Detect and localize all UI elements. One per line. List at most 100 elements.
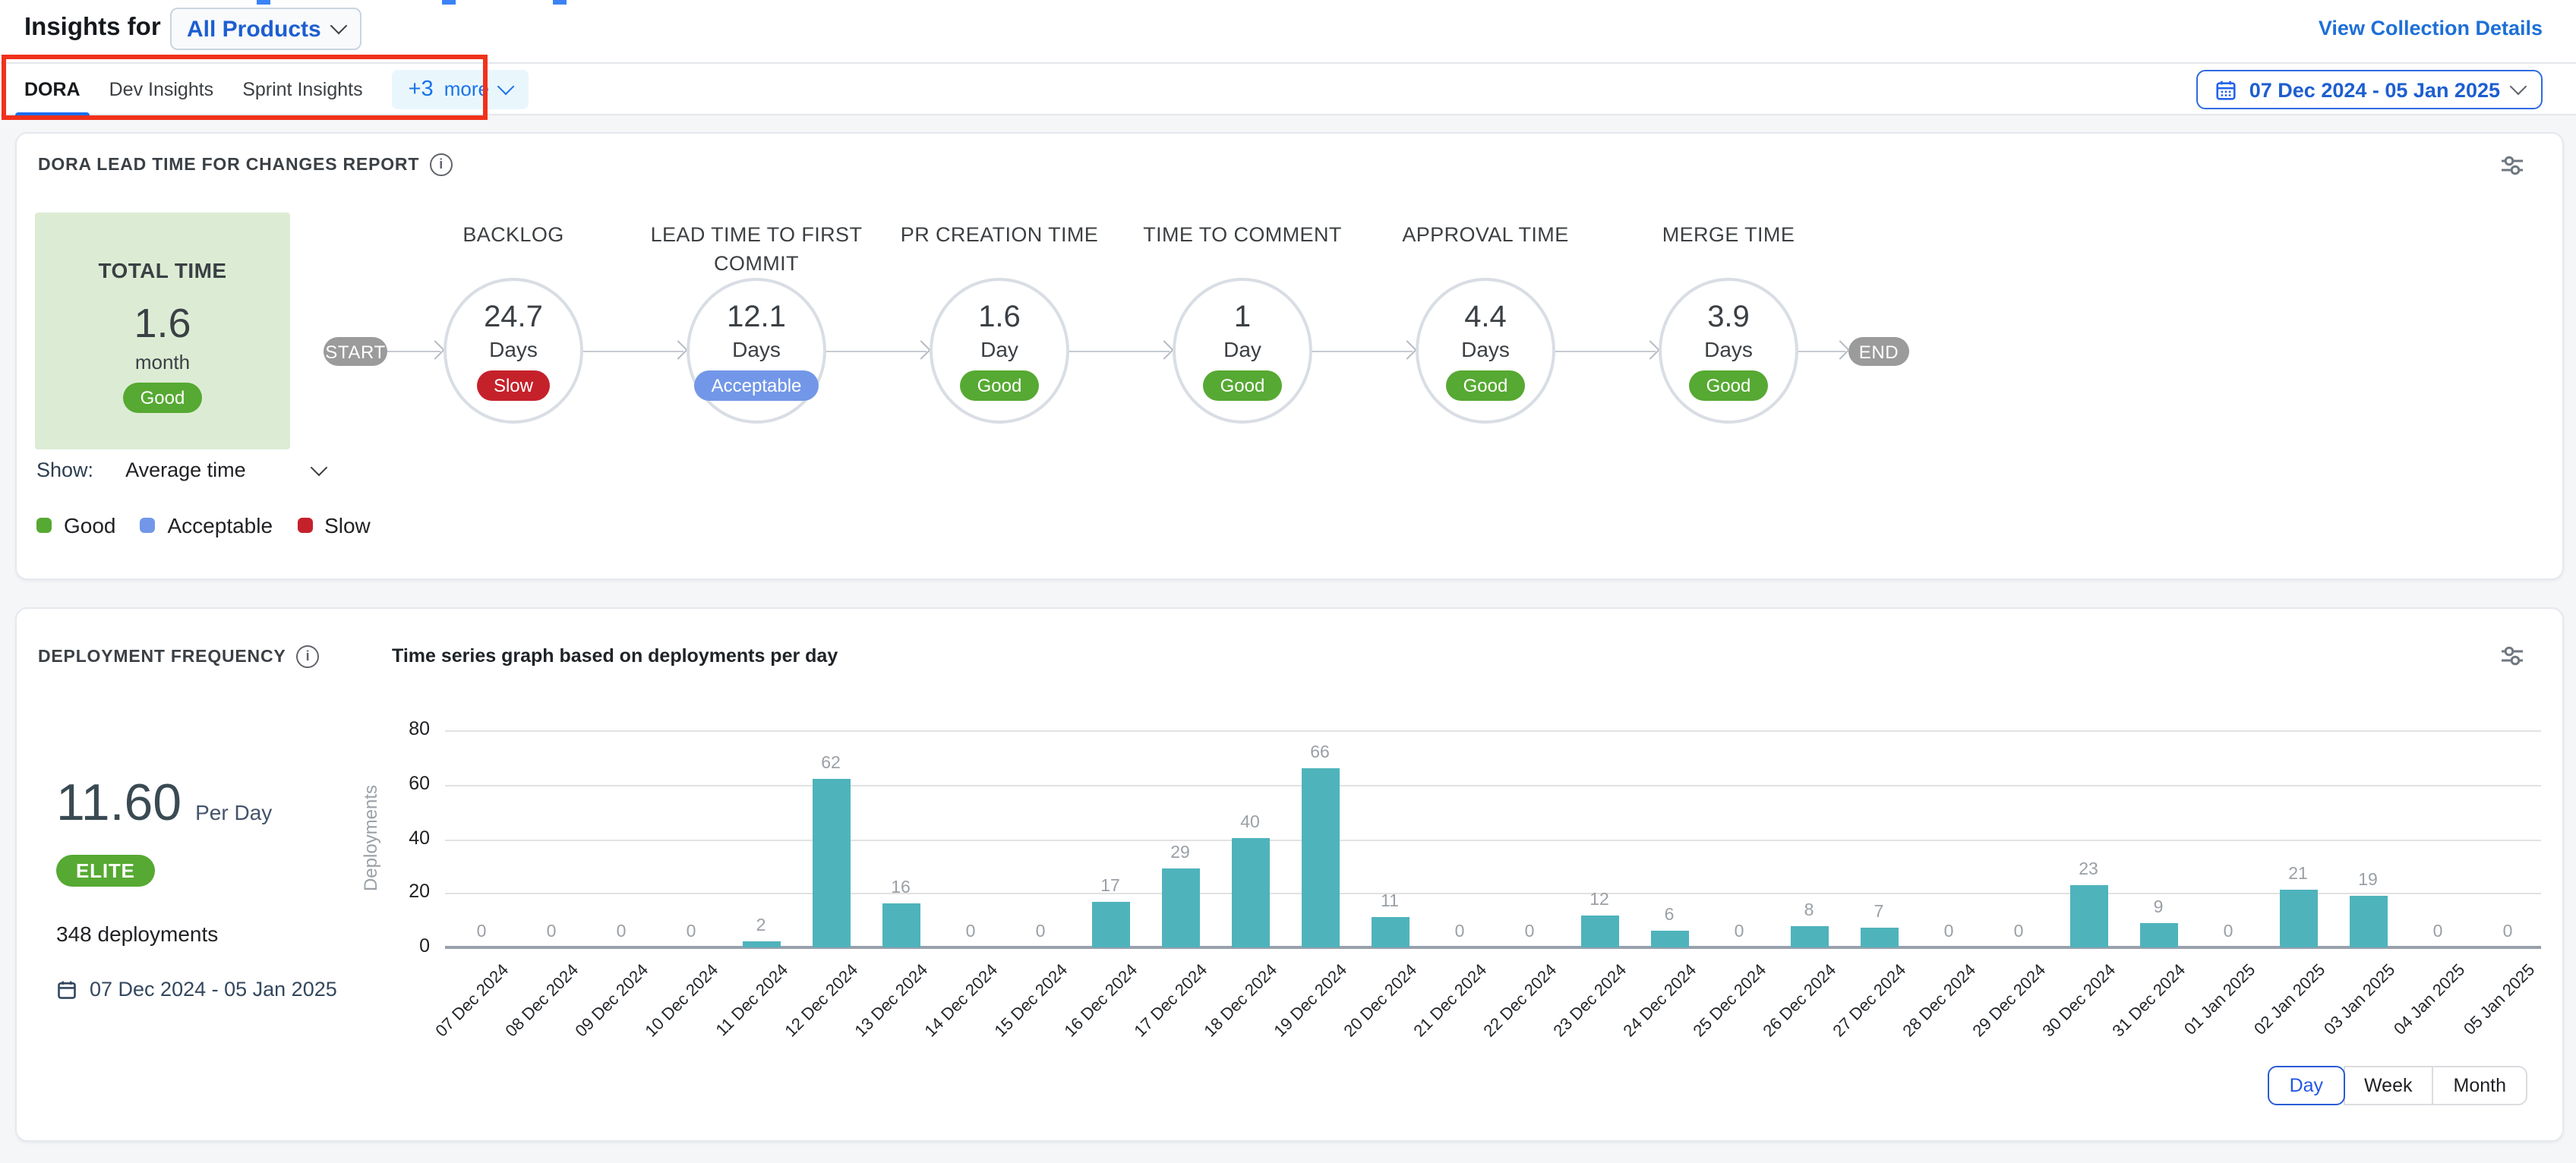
stage-circle: 1DayGood [1173,278,1312,424]
bar-value-label: 0 [1915,923,1982,941]
x-tick-label: 13 Dec 2024 [852,961,932,1041]
show-metric-dropdown[interactable]: Show: Average time [36,459,325,481]
deployment-bar[interactable] [2069,885,2107,947]
more-tabs-label: more [444,77,489,100]
bar-value-label: 40 [1217,814,1283,832]
legend-label: Slow [324,513,371,537]
legend-item: Good [36,513,116,537]
chevron-down-icon [2510,78,2527,96]
bar-value-label: 0 [1706,923,1773,941]
x-tick-label: 19 Dec 2024 [1271,961,1351,1041]
bar-value-label: 0 [1426,923,1493,941]
deployment-bar[interactable] [1161,868,1199,947]
deployment-frequency-card: DEPLOYMENT FREQUENCY Time series graph b… [15,607,2564,1142]
tab-dev-insights[interactable]: Dev Insights [109,63,214,115]
deployment-bar[interactable] [1790,926,1828,947]
legend-label: Good [64,513,116,537]
x-tick-label: 11 Dec 2024 [713,961,792,1040]
view-collection-details-link[interactable]: View Collection Details [2319,17,2543,39]
deployment-bar[interactable] [2279,890,2317,947]
legend-label: Acceptable [168,513,273,537]
tab-dora[interactable]: DORA [24,63,80,115]
x-tick-label: 07 Dec 2024 [433,961,513,1041]
granularity-week-button[interactable]: Week [2343,1066,2433,1105]
info-icon[interactable] [297,645,320,668]
stage-rating-badge: Acceptable [695,370,819,401]
gridline [445,730,2541,732]
y-tick-label: 60 [369,773,430,794]
chevron-down-icon [497,77,515,95]
deployment-bar[interactable] [1091,902,1129,947]
stage-value: 3.9 [1707,301,1750,336]
date-range-picker[interactable]: 07 Dec 2024 - 05 Jan 2025 [2196,70,2543,109]
stage-circle: 4.4DaysGood [1416,278,1555,424]
deployment-bar[interactable] [742,941,780,947]
lead-time-card: DORA LEAD TIME FOR CHANGES REPORT TOTAL … [15,132,2564,580]
stage-label: LEAD TIME TO FIRST COMMIT [627,220,886,278]
legend-item: Slow [297,513,371,537]
deployment-bar[interactable] [1580,916,1618,947]
stage-circle: 1.6DayGood [930,278,1069,424]
deployment-bar[interactable] [882,903,920,947]
stage-value: 4.4 [1464,301,1507,336]
stage-value: 12.1 [727,301,786,336]
arrow-right-icon [1154,340,1173,359]
deployment-rate: 11.60 Per Day [56,776,272,830]
dashboard-root: Insights for All Products View Collectio… [0,0,2576,1163]
bar-value-label: 0 [1985,923,2052,941]
arrow-right-icon [1397,340,1416,359]
x-tick-label: 30 Dec 2024 [2040,961,2120,1041]
arrow-right-icon [1830,340,1849,359]
deployment-bar[interactable] [1301,768,1339,947]
deployment-bar[interactable] [2349,896,2387,947]
stage-unit: Days [732,337,781,361]
page-header [0,0,2576,62]
flow-end-pill: END [1848,337,1909,366]
stage-rating-badge: Good [1690,370,1768,401]
bar-value-label: 12 [1566,891,1633,909]
bar-value-label: 29 [1147,844,1214,862]
granularity-day-button[interactable]: Day [2268,1066,2344,1105]
x-tick-label: 08 Dec 2024 [503,961,582,1041]
stage-unit: Days [1461,337,1510,361]
stage-label: PR CREATION TIME [870,220,1129,249]
x-tick-label: 02 Jan 2025 [2251,961,2329,1039]
x-tick-label: 04 Jan 2025 [2391,961,2469,1039]
stage-unit: Day [980,337,1018,361]
stage-value: 24.7 [484,301,543,336]
product-selector-dropdown[interactable]: All Products [170,8,362,50]
clipped-content-mark [553,0,567,4]
sliders-icon[interactable] [2499,642,2526,670]
lead-time-flow: START END BACKLOG24.7DaysSlowLEAD TIME T… [17,134,2562,578]
bar-value-label: 0 [2404,923,2471,941]
stage-circle: 24.7Days Slow [444,278,583,424]
deployment-bar[interactable] [1231,838,1269,947]
deployment-bar[interactable] [1650,931,1688,947]
stage-unit: Days [489,337,538,361]
bar-value-label: 0 [448,923,515,941]
y-tick-label: 20 [369,881,430,903]
product-selector-value: All Products [187,16,321,42]
granularity-month-button[interactable]: Month [2432,1066,2528,1105]
x-tick-label: 09 Dec 2024 [573,961,652,1041]
more-tabs-dropdown[interactable]: +3 more [392,69,529,109]
deployment-bar[interactable] [1860,928,1898,947]
flow-start-pill: START [324,337,387,366]
x-tick-label: 25 Dec 2024 [1690,961,1770,1041]
tab-sprint-insights[interactable]: Sprint Insights [242,63,362,115]
arrow-right-icon [911,340,930,359]
x-tick-label: 01 Jan 2025 [2181,961,2259,1039]
stage-label: APPROVAL TIME [1356,220,1615,249]
deployment-bar[interactable] [1371,917,1409,947]
gridline [445,785,2541,786]
clipped-content-mark [442,0,456,4]
tab-list: DORA Dev Insights Sprint Insights [24,64,392,114]
deployment-bar[interactable] [2139,923,2177,947]
stage-label: TIME TO COMMENT [1113,220,1372,249]
stage-rating-badge: Slow [477,370,550,401]
bar-value-label: 9 [2125,899,2192,917]
bar-value-label: 0 [1007,923,1074,941]
bar-value-label: 0 [2195,923,2262,941]
date-range-value: 07 Dec 2024 - 05 Jan 2025 [2249,78,2500,101]
deployment-bar[interactable] [812,779,850,947]
